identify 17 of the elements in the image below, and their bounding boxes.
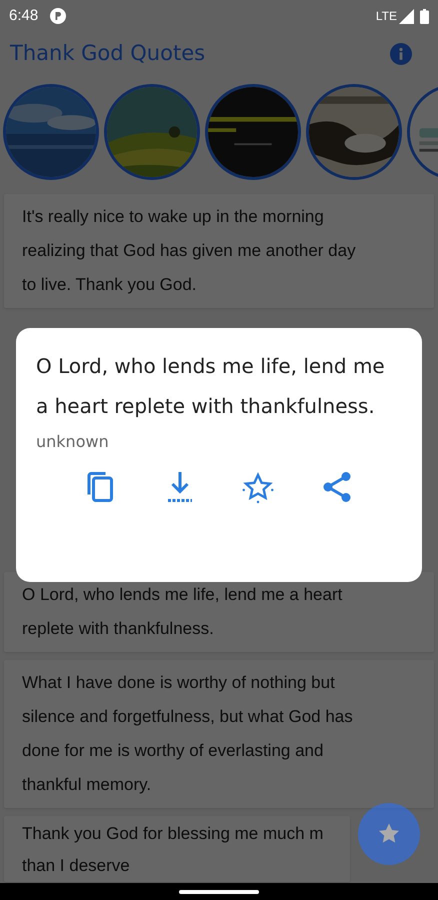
status-time: 6:48 (9, 6, 38, 26)
dialog-quote: O Lord, who lends me life, lend me a heart replete with thankfulness. (36, 353, 386, 420)
info-icon[interactable] (390, 43, 412, 65)
signal-icon (399, 8, 414, 24)
home-handle[interactable] (179, 890, 259, 894)
quote-card[interactable]: It's really nice to wake up in the morning realizing that God has given me another day to live. Thank you God. (4, 194, 434, 308)
quote-text: O Lord, who lends me life, lend me a heart replete with thankfulness. (22, 584, 344, 640)
quote-text: It's really nice to wake up in the morning realizing that God has given me another day to live. Thank you God. (22, 206, 357, 296)
battery-icon (420, 8, 429, 24)
quote-card[interactable]: What I have done is worthy of nothing but silence and forgetfulness, but what God has done for me is worthy of everlasting and thankful memory. (4, 660, 434, 808)
network-label: LTE (376, 8, 397, 25)
quote-card[interactable]: Thank you God for blessing me much m than I deserve (4, 816, 350, 882)
quote-text: Thank you God for blessing me much m than I deserve (22, 823, 324, 877)
notification-icon (50, 8, 66, 24)
quote-text: What I have done is worthy of nothing but silence and forgetfulness, but what God has done for me is worthy of everlasting and thankful memory. (22, 672, 354, 796)
dialog-author: unknown (36, 431, 110, 453)
app-title: Thank God Quotes (10, 40, 206, 68)
